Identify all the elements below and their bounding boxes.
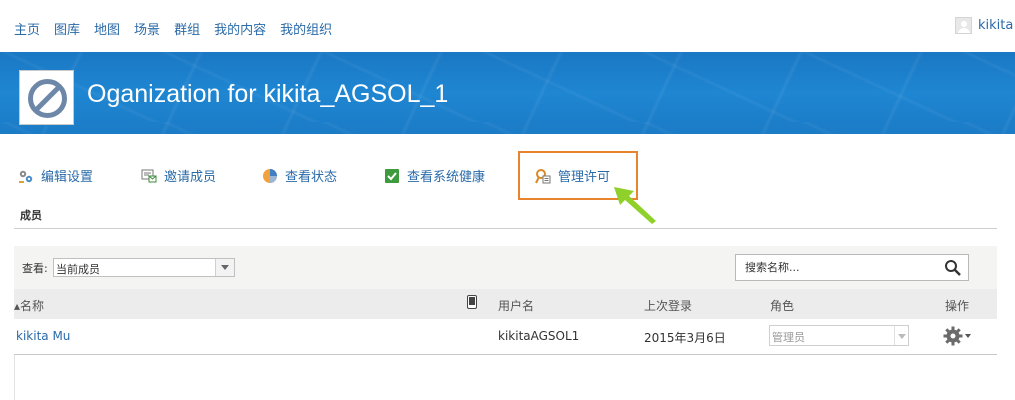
member-role-select[interactable]: 管理员 [769,325,909,346]
view-filter-label: 查看: [22,262,48,275]
view-system-health-button[interactable]: 查看系统健康 [384,166,485,185]
column-header-name[interactable]: ▴名称 [14,297,44,314]
search-icon[interactable] [944,259,962,281]
edit-settings-button[interactable]: 编辑设置 [18,166,93,185]
user-avatar-icon [955,17,972,34]
chevron-down-icon [215,259,234,276]
manage-licenses-label: 管理许可 [558,170,611,185]
user-name: kikita [978,18,1014,33]
edit-settings-label: 编辑设置 [41,170,94,185]
view-filter-select[interactable]: 当前成员 [53,258,235,277]
table-row: kikita Mu kikitaAGSOL1 2015年3月6日 管理员 [14,319,997,355]
member-last-login: 2015年3月6日 [644,331,726,345]
invite-members-button[interactable]: 邀请成员 [141,166,216,185]
member-filter-bar: 查看: 当前成员 [14,246,997,289]
nav-groups[interactable]: 群组 [174,19,200,38]
nav-my-organization[interactable]: 我的组织 [280,19,332,38]
pie-chart-icon [262,168,278,184]
members-section-title: 成员 [20,209,42,222]
column-header-last-login[interactable]: 上次登录 [644,297,692,314]
annotation-arrow-icon [614,187,656,224]
column-header-actions: 操作 [945,299,970,313]
section-divider [14,228,997,229]
manage-licenses-button[interactable]: 管理许可 [535,166,610,185]
nav-map[interactable]: 地图 [94,19,120,38]
nav-home[interactable]: 主页 [14,19,40,38]
top-navigation: 主页 图库 地图 场景 群组 我的内容 我的组织 kikita [0,0,1015,52]
view-status-label: 查看状态 [285,170,338,185]
user-menu[interactable]: kikita [955,17,1013,34]
invite-members-label: 邀请成员 [164,170,217,185]
nav-gallery[interactable]: 图库 [54,19,80,38]
no-image-icon [28,79,67,118]
organization-thumbnail [19,70,74,125]
member-search-box [735,254,969,281]
main-nav-links: 主页 图库 地图 场景 群组 我的内容 我的组织 [14,19,346,38]
table-left-border [14,355,15,400]
member-name-link[interactable]: kikita Mu [16,329,70,343]
view-status-button[interactable]: 查看状态 [262,166,337,185]
member-role-value: 管理员 [772,331,805,344]
row-actions-menu[interactable] [943,326,971,346]
view-filter-value: 当前成员 [56,263,100,276]
license-key-icon [535,168,551,184]
gear-icon [943,326,963,346]
member-search-input[interactable] [736,255,936,280]
organization-banner: Oganization for kikita_AGSOL_1 [0,52,1015,134]
nav-scene[interactable]: 场景 [134,19,160,38]
column-header-role[interactable]: 角色 [770,297,794,314]
checkbox-checked-icon [384,168,400,184]
members-table-header: ▴名称 用户名 上次登录 角色 操作 [14,289,997,319]
settings-gears-icon [18,168,34,184]
column-header-username[interactable]: 用户名 [498,297,534,314]
nav-my-content[interactable]: 我的内容 [214,19,266,38]
chevron-down-icon [894,326,908,345]
member-username: kikitaAGSOL1 [498,329,580,343]
view-system-health-label: 查看系统健康 [407,170,486,185]
organization-title: Oganization for kikita_AGSOL_1 [87,80,449,108]
invite-mail-icon [141,168,157,184]
mobile-device-icon [467,295,477,312]
chevron-down-icon [965,334,971,338]
